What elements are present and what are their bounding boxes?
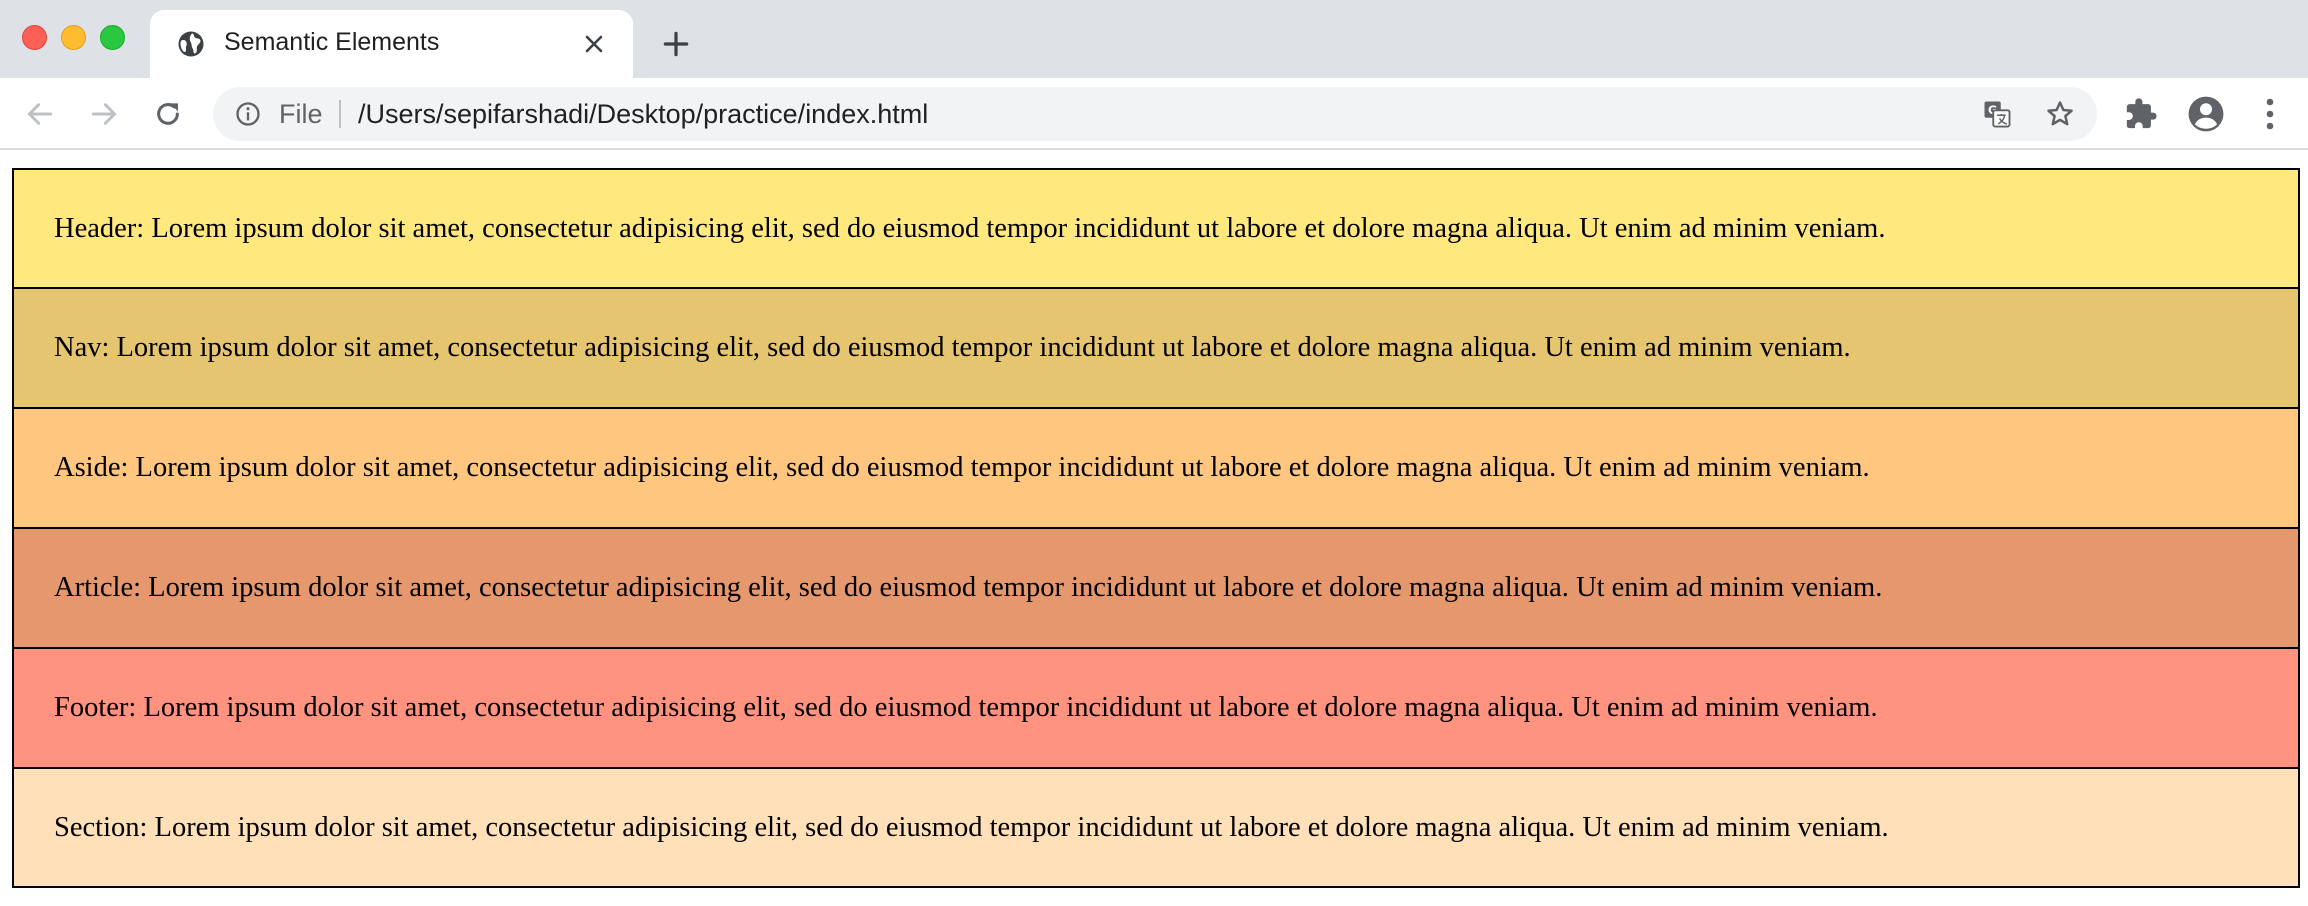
section-text: Section: Lorem ipsum dolor sit amet, con… — [54, 811, 1889, 843]
nav-block: Nav: Lorem ipsum dolor sit amet, consect… — [12, 288, 2300, 408]
nav-text: Nav: Lorem ipsum dolor sit amet, consect… — [54, 332, 1851, 363]
reload-icon[interactable] — [152, 98, 184, 130]
forward-arrow-icon[interactable] — [88, 98, 120, 130]
star-icon[interactable] — [2045, 99, 2075, 129]
footer-block: Footer: Lorem ipsum dolor sit amet, cons… — [12, 648, 2300, 768]
header-text: Header: Lorem ipsum dolor sit amet, cons… — [54, 212, 1886, 244]
maximize-window-button[interactable] — [100, 25, 125, 50]
scheme-label: File — [279, 99, 323, 129]
translate-icon[interactable]: G — [1982, 99, 2012, 129]
plus-icon[interactable] — [660, 28, 692, 60]
minimize-window-button[interactable] — [61, 25, 86, 50]
section-block: Section: Lorem ipsum dolor sit amet, con… — [12, 768, 2300, 888]
account-icon[interactable] — [2187, 95, 2225, 133]
back-arrow-icon[interactable] — [24, 98, 56, 130]
info-icon[interactable] — [234, 100, 262, 128]
browser-toolbar: File /Users/sepifarshadi/Desktop/practic… — [0, 78, 2308, 150]
close-window-button[interactable] — [22, 25, 47, 50]
footer-text: Footer: Lorem ipsum dolor sit amet, cons… — [54, 692, 1878, 723]
close-icon[interactable] — [582, 32, 606, 56]
aside-text: Aside: Lorem ipsum dolor sit amet, conse… — [54, 452, 1870, 483]
tab-title: Semantic Elements — [224, 28, 440, 56]
article-text: Article: Lorem ipsum dolor sit amet, con… — [54, 572, 1883, 603]
url-text[interactable]: /Users/sepifarshadi/Desktop/practice/ind… — [358, 99, 928, 130]
aside-block: Aside: Lorem ipsum dolor sit amet, conse… — [12, 408, 2300, 528]
kebab-menu-icon[interactable] — [2257, 96, 2283, 132]
globe-icon — [178, 31, 204, 57]
address-bar[interactable]: File /Users/sepifarshadi/Desktop/practic… — [213, 87, 2097, 141]
article-block: Article: Lorem ipsum dolor sit amet, con… — [12, 528, 2300, 648]
puzzle-icon[interactable] — [2124, 97, 2158, 131]
header-block: Header: Lorem ipsum dolor sit amet, cons… — [12, 168, 2300, 288]
page-content: Header: Lorem ipsum dolor sit amet, cons… — [0, 152, 2308, 906]
semantic-blocks: Header: Lorem ipsum dolor sit amet, cons… — [12, 168, 2300, 888]
tab-strip: Semantic Elements — [0, 0, 2308, 78]
tab-semantic-elements[interactable]: Semantic Elements — [150, 10, 633, 78]
address-separator — [339, 100, 341, 128]
